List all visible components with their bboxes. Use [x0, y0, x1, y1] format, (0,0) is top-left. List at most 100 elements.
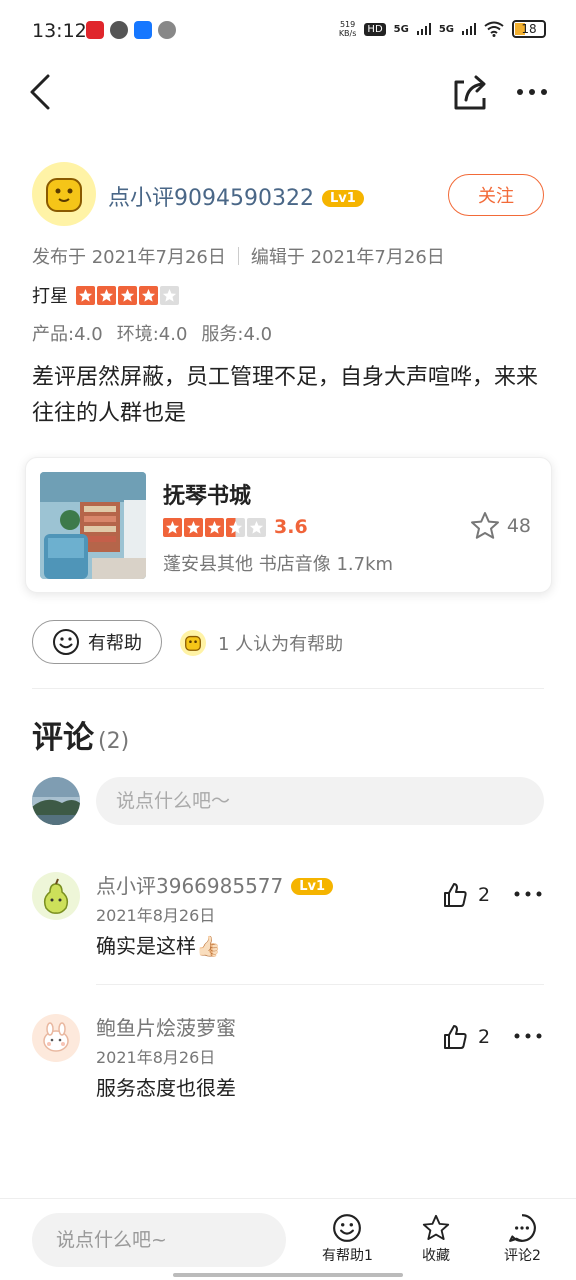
comment-more-icon[interactable]: [512, 1026, 544, 1046]
like-count: 2: [478, 884, 491, 906]
comment-input[interactable]: [96, 777, 544, 825]
author-avatar[interactable]: [32, 162, 96, 226]
hd-icon: HD: [364, 22, 386, 36]
rating-star: [226, 517, 245, 537]
top-bar: [0, 62, 576, 124]
comment-date: 2021年8月26日: [96, 1048, 216, 1067]
comment-more-icon[interactable]: [512, 884, 544, 904]
helpful-button[interactable]: 有帮助: [32, 620, 162, 664]
bottom-comment-input[interactable]: [32, 1213, 286, 1267]
rating-star: [184, 517, 203, 537]
my-avatar: [32, 777, 80, 825]
commenter-name[interactable]: 点小评3966985577 Lv1: [96, 870, 334, 899]
more-icon[interactable]: [512, 76, 552, 108]
shop-meta: 蓬安县其他 书店音像 1.7km: [163, 554, 394, 575]
message-icon: [110, 21, 128, 39]
bottom-comment-button[interactable]: 评论2: [504, 1213, 541, 1265]
alipay-icon: [134, 21, 152, 39]
pear-icon: [43, 878, 69, 914]
comment-item: 鲍鱼片烩菠萝蜜 2021年8月26日 服务态度也很差 2: [32, 1014, 544, 1134]
bunny-icon: [43, 1022, 69, 1052]
author-name[interactable]: 点小评9094590322 Lv1: [108, 180, 364, 212]
comments-count: (2): [98, 729, 130, 754]
rating-label: 打星: [32, 286, 68, 307]
comment-date: 2021年8月26日: [96, 906, 216, 925]
smile-icon[interactable]: [332, 1213, 362, 1243]
netease-music-icon: [86, 21, 104, 39]
comment-item: 点小评3966985577 Lv1 2021年8月26日 确实是这样👍🏻 2: [32, 872, 544, 992]
like-button[interactable]: 2: [442, 1024, 490, 1050]
thumbs-up-icon[interactable]: [442, 882, 468, 908]
rating-star: [160, 285, 179, 305]
rating-star: [76, 285, 95, 305]
battery-icon: 18: [512, 20, 546, 38]
shop-favorite-count: 48: [506, 515, 531, 537]
rating-star: [205, 517, 224, 537]
shop-name[interactable]: 抚琴书城: [163, 478, 251, 510]
signal-5g-1: 5G: [393, 23, 409, 35]
like-button[interactable]: 2: [442, 882, 490, 908]
net-speed: 519 KB/s: [338, 20, 357, 38]
comment-text: 服务态度也很差: [96, 1076, 236, 1100]
bottom-collect-button[interactable]: 收藏: [420, 1213, 452, 1265]
app-icon: [158, 21, 176, 39]
author-name-text[interactable]: 点小评9094590322: [108, 186, 314, 211]
comment-text: 确实是这样👍🏻: [96, 934, 221, 958]
bottom-collect-label: 收藏: [422, 1248, 450, 1264]
signal-5g-2: 5G: [438, 23, 454, 35]
review-dates: 发布于 2021年7月26日 编辑于 2021年7月26日: [32, 243, 445, 269]
share-icon[interactable]: [450, 72, 490, 112]
status-right: 519 KB/s HD 5G 5G 18: [339, 20, 546, 38]
toast-mascot-icon: [46, 178, 82, 212]
edited-date: 编辑于 2021年7月26日: [250, 247, 445, 268]
notification-icons: [86, 21, 176, 39]
shop-favorite[interactable]: 48: [469, 510, 531, 542]
commenter-avatar[interactable]: [32, 1014, 80, 1062]
commenter-name-text[interactable]: 鲍鱼片烩菠萝蜜: [96, 1016, 236, 1040]
star-outline-icon[interactable]: [420, 1213, 452, 1243]
helpful-count-text: 1 人认为有帮助: [218, 634, 344, 655]
shop-rating-stars: [163, 517, 266, 537]
rating-row: 打星: [32, 282, 179, 308]
comment-compose: [32, 777, 544, 825]
bottom-comment-label: 评论2: [504, 1248, 541, 1264]
published-date: 发布于 2021年7月26日: [32, 247, 226, 268]
thumbs-up-icon[interactable]: [442, 1024, 468, 1050]
comments-title-text: 评论: [32, 720, 94, 756]
bottom-helpful-button[interactable]: 有帮助1: [322, 1213, 373, 1265]
section-divider: [32, 688, 544, 689]
comments-title: 评论 (2): [32, 712, 129, 757]
follow-button[interactable]: 关注: [448, 174, 544, 216]
comment-divider: [96, 984, 544, 985]
status-time: 13:12: [32, 20, 87, 42]
level-badge: Lv1: [291, 878, 334, 895]
commenter-name-text[interactable]: 点小评3966985577: [96, 874, 283, 898]
commenter-avatar[interactable]: [32, 872, 80, 920]
status-bar: 13:12 519 KB/s HD 5G 5G 18: [0, 0, 576, 62]
signal-bars-icon: [416, 23, 431, 35]
battery-level: 18: [521, 22, 537, 36]
sub-scores: 产品:4.0 环境:4.0 服务:4.0: [32, 320, 272, 346]
comment-bubble-icon[interactable]: [507, 1213, 537, 1243]
review-text: 差评居然屏蔽，员工管理不足，自身大声喧哗，来来往往的人群也是: [32, 365, 539, 426]
home-indicator: [173, 1273, 403, 1277]
shop-score: 3.6: [274, 516, 308, 538]
rating-star: [163, 517, 182, 537]
author-row: 点小评9094590322 Lv1 关注: [32, 162, 544, 226]
score-service: 服务:4.0: [201, 324, 273, 345]
helpful-user-avatar: [180, 630, 206, 656]
date-separator: [237, 247, 239, 265]
score-product: 产品:4.0: [32, 324, 103, 345]
back-icon[interactable]: [24, 72, 64, 112]
like-count: 2: [478, 1026, 491, 1048]
shop-card[interactable]: 抚琴书城 3.6 蓬安县其他 书店音像 1.7km 48: [25, 457, 552, 593]
commenter-name[interactable]: 鲍鱼片烩菠萝蜜: [96, 1012, 236, 1041]
rating-stars: [76, 285, 179, 305]
rating-star: [118, 285, 137, 305]
score-environment: 环境:4.0: [116, 324, 188, 345]
star-outline-icon[interactable]: [469, 510, 501, 542]
rating-star: [247, 517, 266, 537]
smile-icon: [53, 629, 79, 655]
signal-bars-icon-2: [462, 23, 476, 35]
bottom-bar: 有帮助1 收藏 评论2: [0, 1198, 576, 1280]
